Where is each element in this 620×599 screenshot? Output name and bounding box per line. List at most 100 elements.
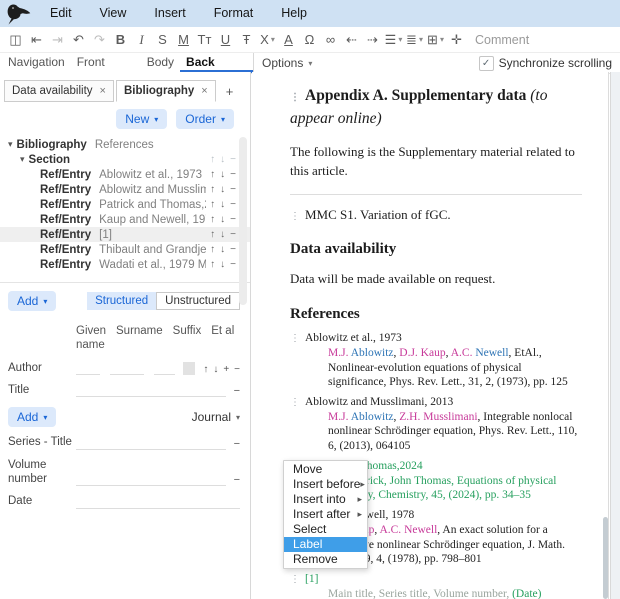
volume-field[interactable]: [76, 472, 226, 486]
increase-indent-icon[interactable]: ⇢: [362, 28, 383, 52]
move-down-icon[interactable]: ↓: [220, 199, 225, 210]
context-menu-item-insert-after[interactable]: Insert after▸: [284, 507, 367, 522]
view-tab-navigation[interactable]: Navigation: [2, 53, 71, 73]
context-menu-item-remove[interactable]: Remove: [284, 552, 367, 567]
document-scrollbar-thumb[interactable]: [603, 517, 608, 599]
move-up-icon[interactable]: ↑: [210, 229, 215, 240]
menu-format[interactable]: Format: [200, 0, 268, 27]
remove-icon[interactable]: −: [230, 229, 236, 240]
card-tab-data-availability[interactable]: Data availability×: [4, 80, 114, 102]
move-down-icon[interactable]: ↓: [220, 214, 225, 225]
strikethrough-icon[interactable]: S: [152, 28, 173, 52]
etal-checkbox[interactable]: [183, 362, 195, 375]
drag-handle-icon[interactable]: ⋮: [290, 574, 300, 585]
drag-handle-icon[interactable]: ⋮: [290, 211, 300, 222]
tree-scrollbar[interactable]: [239, 137, 247, 305]
remove-author-icon[interactable]: −: [234, 364, 240, 375]
drag-handle-icon[interactable]: ⋮: [290, 92, 300, 103]
move-up-icon[interactable]: ↑: [210, 184, 215, 195]
move-up-icon[interactable]: ↑: [210, 259, 215, 270]
prev-change-icon[interactable]: ⇤: [26, 28, 47, 52]
options-dropdown[interactable]: Options ▾: [262, 56, 312, 70]
publication-type-dropdown[interactable]: Journal ▾: [192, 410, 240, 424]
tree-row-ref-entry[interactable]: Ref/EntryAblowitz and Musslimani, 2013↑↓…: [0, 182, 250, 197]
add-tab-button[interactable]: +: [218, 81, 242, 102]
reference-citation[interactable]: M.J. Ablowitz, Z.H. Musslimani, Integrab…: [328, 410, 582, 454]
given-name-field[interactable]: [76, 361, 100, 375]
page-view-icon[interactable]: ◫: [5, 28, 26, 52]
add-field-button[interactable]: Add ▾: [8, 407, 56, 427]
subscript-superscript-icon[interactable]: X▾: [257, 28, 278, 52]
move-down-icon[interactable]: ↓: [220, 259, 225, 270]
numbered-list-icon[interactable]: ≣▾: [404, 28, 425, 52]
move-down-icon[interactable]: ↓: [220, 154, 225, 165]
drag-handle-icon[interactable]: ⋮: [290, 397, 300, 408]
sync-checkbox[interactable]: ✓: [479, 56, 494, 71]
suffix-field[interactable]: [154, 361, 175, 375]
remove-icon[interactable]: −: [230, 154, 236, 165]
move-down-icon[interactable]: ↓: [220, 169, 225, 180]
new-button[interactable]: New ▾: [116, 109, 167, 129]
context-menu-item-move[interactable]: Move: [284, 462, 367, 477]
tree-row-ref-entry[interactable]: Ref/EntryAblowitz et al., 1973 M.J. A↑↓−: [0, 167, 250, 182]
add-author-icon[interactable]: +: [223, 364, 229, 375]
card-tab-bibliography[interactable]: Bibliography×: [116, 80, 216, 102]
reference-citation[interactable]: Main title, Series title, Volume number,…: [328, 587, 582, 599]
window-scrollbar-track[interactable]: [610, 72, 620, 599]
context-menu-item-insert-before[interactable]: Insert before▸: [284, 477, 367, 492]
move-down-icon[interactable]: ↓: [220, 229, 225, 240]
redo-icon[interactable]: ↷: [89, 28, 110, 52]
move-icon[interactable]: ✛: [446, 28, 467, 52]
close-icon[interactable]: ×: [201, 85, 207, 97]
view-tab-back-matter[interactable]: Back matter: [180, 53, 253, 73]
menu-edit[interactable]: Edit: [36, 0, 86, 27]
tree-row-bibliography[interactable]: ▾BibliographyReferences: [0, 137, 250, 152]
bullet-list-icon[interactable]: ☰▾: [383, 28, 404, 52]
remove-icon[interactable]: −: [230, 169, 236, 180]
move-up-icon[interactable]: ↑: [210, 169, 215, 180]
remove-volume-icon[interactable]: −: [234, 474, 240, 486]
view-tab-body[interactable]: Body: [141, 53, 180, 73]
remove-series-icon[interactable]: −: [234, 438, 240, 450]
menu-view[interactable]: View: [86, 0, 141, 27]
remove-title-icon[interactable]: −: [234, 385, 240, 397]
surname-field[interactable]: [110, 361, 144, 375]
drag-handle-icon[interactable]: ⋮: [290, 333, 300, 344]
tree-row-ref-entry[interactable]: Ref/EntryWadati et al., 1979 M. Wad↑↓−: [0, 257, 250, 272]
tree-row-ref-entry[interactable]: Ref/EntryThibault and Grandjean, 19↑↓−: [0, 242, 250, 257]
tree-row-ref-entry[interactable]: Ref/Entry[1]↑↓−: [0, 227, 250, 242]
mark-icon[interactable]: M: [173, 28, 194, 52]
move-down-icon[interactable]: ↓: [220, 184, 225, 195]
link-icon[interactable]: ∞: [320, 28, 341, 52]
context-menu-item-label[interactable]: Label: [284, 537, 367, 552]
undo-icon[interactable]: ↶: [68, 28, 89, 52]
title-field[interactable]: [76, 383, 226, 397]
synchronize-scrolling-control[interactable]: ✓ Synchronize scrolling: [479, 56, 612, 71]
tree-row-ref-entry[interactable]: Ref/EntryPatrick and Thomas,2024 S↑↓−: [0, 197, 250, 212]
next-change-icon[interactable]: ⇥: [47, 28, 68, 52]
context-menu-item-insert-into[interactable]: Insert into▸: [284, 492, 367, 507]
menu-help[interactable]: Help: [267, 0, 321, 27]
add-button[interactable]: Add ▾: [8, 291, 56, 311]
move-up-icon[interactable]: ↑: [210, 199, 215, 210]
remove-icon[interactable]: −: [230, 214, 236, 225]
decrease-indent-icon[interactable]: ⇠: [341, 28, 362, 52]
move-up-icon[interactable]: ↑: [210, 244, 215, 255]
view-tab-front-matter[interactable]: Front matter: [71, 53, 141, 73]
unstructured-option[interactable]: Unstructured: [156, 292, 240, 310]
move-down-icon[interactable]: ↓: [213, 364, 218, 375]
series-title-field[interactable]: [76, 436, 226, 450]
comment-button[interactable]: Comment: [475, 33, 529, 47]
move-down-icon[interactable]: ↓: [220, 244, 225, 255]
bold-icon[interactable]: B: [110, 28, 131, 52]
move-up-icon[interactable]: ↑: [210, 214, 215, 225]
date-field[interactable]: [76, 495, 240, 509]
overline-icon[interactable]: Ŧ: [236, 28, 257, 52]
font-color-icon[interactable]: A: [278, 28, 299, 52]
remove-icon[interactable]: −: [230, 259, 236, 270]
structured-option[interactable]: Structured: [87, 292, 156, 310]
special-character-icon[interactable]: Ω: [299, 28, 320, 52]
collapse-icon[interactable]: ▾: [8, 139, 13, 150]
menu-insert[interactable]: Insert: [140, 0, 199, 27]
table-icon[interactable]: ⊞▾: [425, 28, 446, 52]
